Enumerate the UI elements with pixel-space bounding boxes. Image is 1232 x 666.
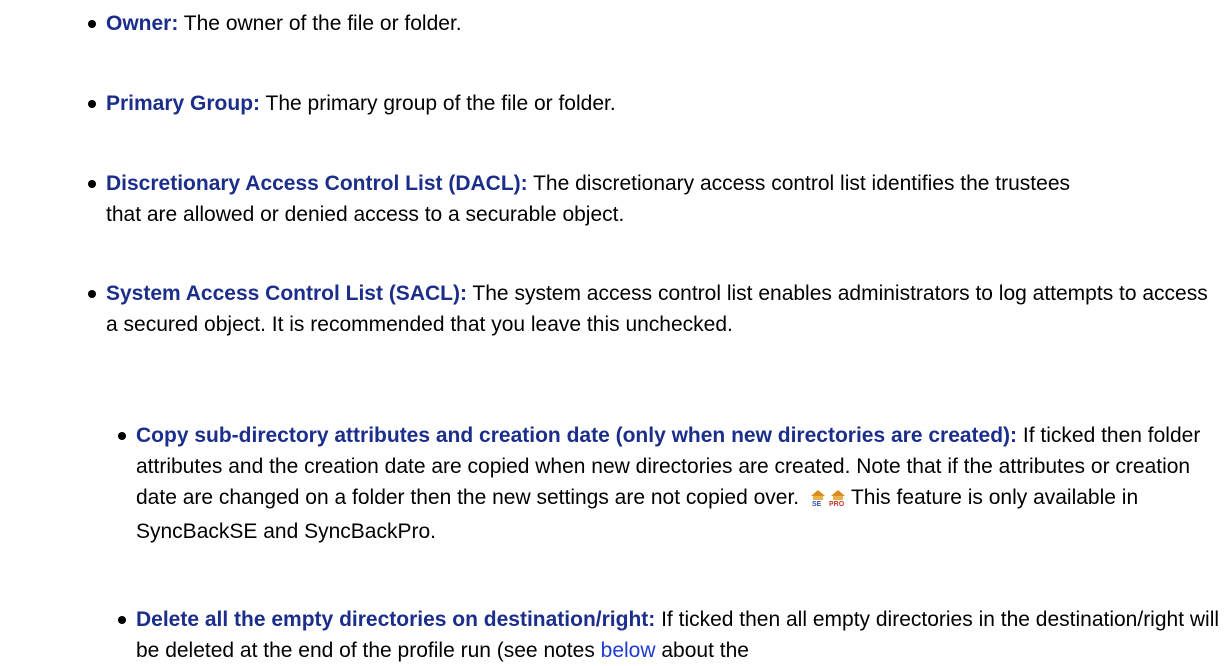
svg-text:PRO: PRO xyxy=(829,501,845,507)
term-sacl: System Access Control List (SACL): xyxy=(106,282,467,305)
list-item-owner: Owner: The owner of the file or folder. xyxy=(88,8,1226,39)
term-delete-empty-directories: Delete all the empty directories on dest… xyxy=(136,608,656,631)
list-item-primary-group: Primary Group: The primary group of the … xyxy=(88,88,1226,119)
description-owner: The owner of the file or folder. xyxy=(178,12,462,35)
list-item-dacl: Discretionary Access Control List (DACL)… xyxy=(88,168,1086,230)
term-owner: Owner: xyxy=(106,12,179,35)
list-item-delete-empty-directories: Delete all the empty directories on dest… xyxy=(118,604,1226,666)
list-item-sacl: System Access Control List (SACL): The s… xyxy=(88,278,1218,340)
svg-text:SE: SE xyxy=(812,501,822,507)
edition-icons: SE PRO xyxy=(809,485,849,516)
list-item-copy-subdirectory-attributes: Copy sub-directory attributes and creati… xyxy=(118,420,1226,547)
term-copy-subdirectory-attributes: Copy sub-directory attributes and creati… xyxy=(136,424,1018,447)
description-primary-group: The primary group of the file or folder. xyxy=(260,92,616,115)
se-pro-edition-icon: SE PRO xyxy=(810,490,845,508)
term-primary-group: Primary Group: xyxy=(106,92,261,115)
term-dacl: Discretionary Access Control List (DACL)… xyxy=(106,172,528,195)
description-delete-empty-directories-end: about the xyxy=(655,639,749,662)
below-link[interactable]: below xyxy=(601,639,656,662)
